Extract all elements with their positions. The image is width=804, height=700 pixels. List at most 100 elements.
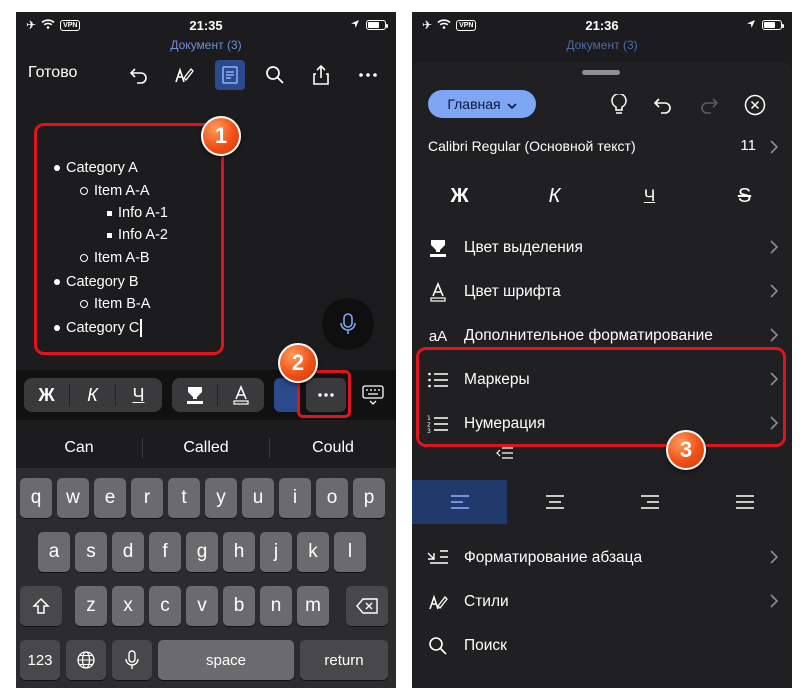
key[interactable]: y (205, 478, 237, 518)
step-badge-3: 3 (666, 430, 706, 470)
decrease-indent-icon[interactable] (496, 446, 514, 465)
menu-item-paragraph-formatting[interactable]: Форматирование абзаца (412, 536, 792, 580)
key[interactable]: j (260, 532, 292, 572)
bold-button[interactable]: Ж (24, 378, 69, 412)
key[interactable]: b (223, 586, 255, 626)
bold-button[interactable]: Ж (412, 180, 507, 212)
key[interactable]: q (20, 478, 52, 518)
align-left-icon[interactable] (412, 480, 507, 524)
return-key[interactable]: return (300, 640, 388, 680)
share-icon[interactable] (306, 60, 336, 90)
highlight-box-list-options (416, 347, 786, 447)
key[interactable]: l (334, 532, 366, 572)
autocomplete-bar: Can Called Could (16, 430, 396, 466)
search-icon[interactable] (260, 60, 290, 90)
suggestion-item[interactable]: Called (143, 430, 269, 466)
close-icon[interactable] (740, 90, 770, 120)
key[interactable]: x (112, 586, 144, 626)
numbers-key[interactable]: 123 (20, 640, 60, 680)
status-time: 21:35 (189, 18, 223, 33)
right-phone-screen: ✈ VPN 21:36 Документ (3) Главная Calibri… (412, 12, 792, 688)
menu-item-styles[interactable]: Стили (412, 580, 792, 624)
key[interactable]: t (168, 478, 200, 518)
status-bar: ✈ VPN 21:36 (412, 12, 792, 38)
globe-icon[interactable] (66, 640, 106, 680)
key[interactable]: d (112, 532, 144, 572)
key[interactable]: o (316, 478, 348, 518)
sheet-grabber[interactable] (582, 70, 620, 75)
battery-icon (366, 20, 388, 30)
highlight-box-list (34, 123, 224, 355)
ribbon-tab-selector[interactable]: Главная (428, 90, 536, 118)
chevron-right-icon (770, 594, 779, 613)
lightbulb-icon[interactable] (604, 90, 634, 120)
key[interactable]: h (223, 532, 255, 572)
backspace-key[interactable] (346, 586, 388, 626)
font-selector[interactable]: Calibri Regular (Основной текст) 11 (412, 134, 792, 160)
key[interactable]: w (57, 478, 89, 518)
undo-icon[interactable] (124, 60, 154, 90)
menu-item-font-color[interactable]: Цвет шрифта (412, 270, 792, 314)
paragraph-format-icon (426, 546, 450, 570)
key[interactable]: g (186, 532, 218, 572)
microphone-icon[interactable] (112, 640, 152, 680)
italic-button[interactable]: К (70, 378, 115, 412)
key[interactable]: a (38, 532, 70, 572)
strikethrough-button[interactable]: S (697, 180, 792, 212)
italic-button[interactable]: К (507, 180, 602, 212)
key[interactable]: v (186, 586, 218, 626)
document-title: Документ (3) (566, 38, 638, 52)
menu-item-highlight-color[interactable]: Цвет выделения (412, 226, 792, 270)
font-name: Calibri Regular (Основной текст) (428, 138, 636, 154)
align-right-icon[interactable] (602, 480, 697, 524)
key[interactable]: u (242, 478, 274, 518)
suggestion-item[interactable]: Could (270, 430, 396, 466)
space-key[interactable]: space (158, 640, 294, 680)
draw-pen-icon[interactable] (168, 60, 198, 90)
key[interactable]: f (149, 532, 181, 572)
text-style-group: Ж К Ч (24, 378, 162, 412)
key[interactable]: n (260, 586, 292, 626)
shift-key[interactable] (20, 586, 62, 626)
align-justify-icon[interactable] (697, 480, 792, 524)
highlighter-icon[interactable] (172, 378, 217, 412)
key[interactable]: k (297, 532, 329, 572)
align-center-icon[interactable] (507, 480, 602, 524)
dictate-button[interactable] (322, 298, 374, 350)
list-button-partial[interactable] (274, 378, 298, 412)
key[interactable]: e (94, 478, 126, 518)
highlighter-icon (426, 236, 450, 260)
chevron-down-icon (507, 96, 517, 112)
keyboard-hide-icon[interactable] (358, 378, 388, 412)
key[interactable]: c (149, 586, 181, 626)
undo-icon[interactable] (648, 90, 678, 120)
chevron-right-icon (770, 140, 779, 159)
color-group (172, 378, 264, 412)
redo-icon[interactable] (694, 90, 724, 120)
more-icon[interactable] (353, 60, 383, 90)
font-size-icon: aA (428, 327, 448, 345)
suggestion-item[interactable]: Can (16, 430, 142, 466)
underline-button[interactable]: Ч (116, 378, 161, 412)
key[interactable]: i (279, 478, 311, 518)
styles-pen-icon (426, 590, 450, 614)
menu-item-search[interactable]: Поиск (412, 624, 792, 668)
search-icon (426, 634, 450, 658)
done-button[interactable]: Готово (28, 64, 77, 82)
document-title: Документ (3) (170, 38, 242, 52)
view-mode-icon[interactable] (215, 60, 245, 90)
key[interactable]: z (75, 586, 107, 626)
font-size: 11 (740, 137, 756, 154)
underline-button[interactable]: Ч (602, 180, 697, 212)
key[interactable]: r (131, 478, 163, 518)
step-badge-2: 2 (278, 343, 318, 383)
key[interactable]: s (75, 532, 107, 572)
keyboard: q w e r t y u i o p a s d f g h j k l z … (16, 468, 396, 688)
left-phone-screen: ✈ VPN 21:35 Документ (3) Готово Category… (16, 12, 396, 688)
font-color-icon[interactable] (218, 378, 263, 412)
alignment-row (412, 480, 792, 524)
key[interactable]: m (297, 586, 329, 626)
key[interactable]: p (353, 478, 385, 518)
ribbon-tab-label: Главная (447, 96, 501, 112)
status-time: 21:36 (585, 18, 619, 33)
